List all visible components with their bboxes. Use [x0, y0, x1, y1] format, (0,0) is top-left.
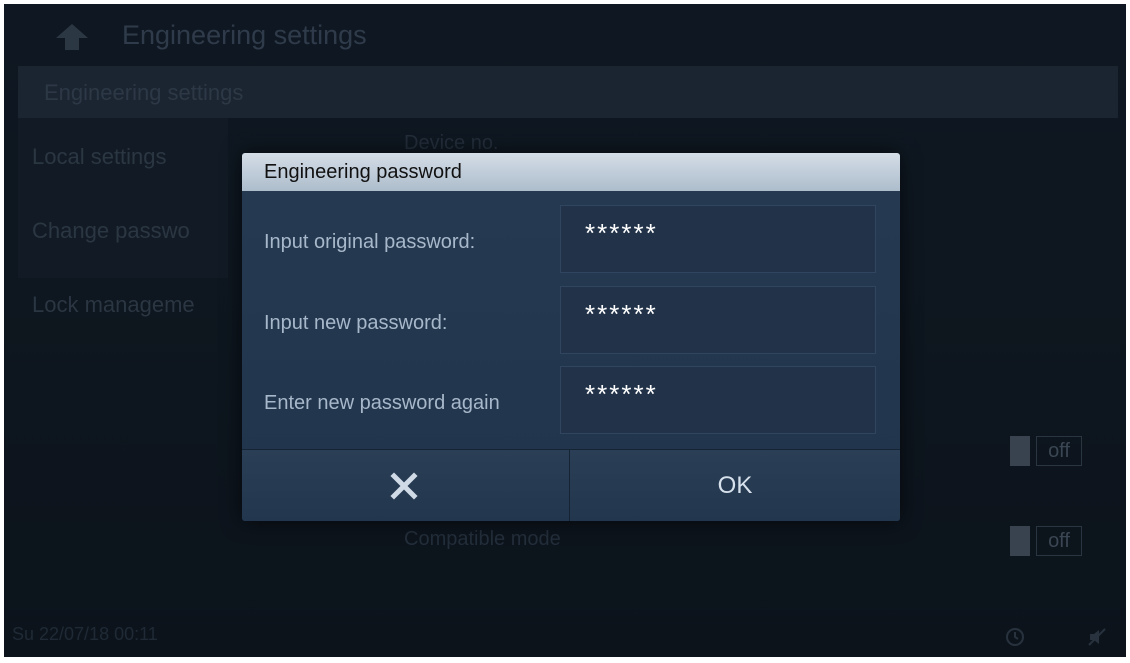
back-arrow-icon[interactable]	[54, 22, 90, 52]
device-no-label: Device no.	[404, 132, 499, 154]
dialog-title: Engineering password	[264, 161, 462, 183]
compatible-mode-label: Compatible mode	[404, 528, 561, 550]
toggle-knob	[1010, 436, 1030, 466]
toggle-switch-1[interactable]: off	[1010, 436, 1082, 466]
new-password-value: ******	[585, 299, 658, 329]
close-icon	[390, 472, 418, 500]
confirm-password-field[interactable]: ******	[560, 366, 876, 434]
original-password-value: ******	[585, 218, 658, 248]
ok-button[interactable]: OK	[570, 450, 900, 521]
status-bar: Su 22/07/18 00:11	[4, 604, 1126, 657]
toggle-state-label: off	[1036, 436, 1082, 466]
sidebar-item-lock-management[interactable]: Lock manageme	[32, 292, 195, 318]
toggle-knob	[1010, 526, 1030, 556]
dialog-button-row: OK	[242, 449, 900, 521]
sidebar-item-local-settings[interactable]: Local settings	[32, 144, 167, 170]
mute-icon	[1088, 628, 1106, 646]
sidebar-item-change-password[interactable]: Change passwo	[32, 218, 190, 244]
toggle-switch-compatible-mode[interactable]: off	[1010, 526, 1082, 556]
clock-icon	[1006, 628, 1024, 646]
top-bar: Engineering settings	[4, 4, 1126, 66]
new-password-label: Input new password:	[264, 312, 448, 334]
new-password-field[interactable]: ******	[560, 286, 876, 354]
section-title: Engineering settings	[44, 80, 244, 105]
toggle-state-label: off	[1036, 526, 1082, 556]
sidebar	[18, 118, 228, 278]
confirm-password-label: Enter new password again	[264, 392, 500, 414]
ok-label: OK	[717, 472, 753, 499]
original-password-field[interactable]: ******	[560, 205, 876, 273]
app-title: Engineering settings	[122, 20, 367, 50]
status-datetime: Su 22/07/18 00:11	[12, 624, 158, 644]
engineering-password-dialog: Engineering password Input original pass…	[242, 153, 900, 521]
confirm-password-value: ******	[585, 379, 658, 409]
dialog-header: Engineering password	[242, 153, 900, 191]
section-header: Engineering settings	[18, 66, 1118, 118]
cancel-button[interactable]	[242, 450, 570, 521]
device-screen: Engineering settings Engineering setting…	[4, 4, 1126, 657]
original-password-label: Input original password:	[264, 231, 476, 253]
